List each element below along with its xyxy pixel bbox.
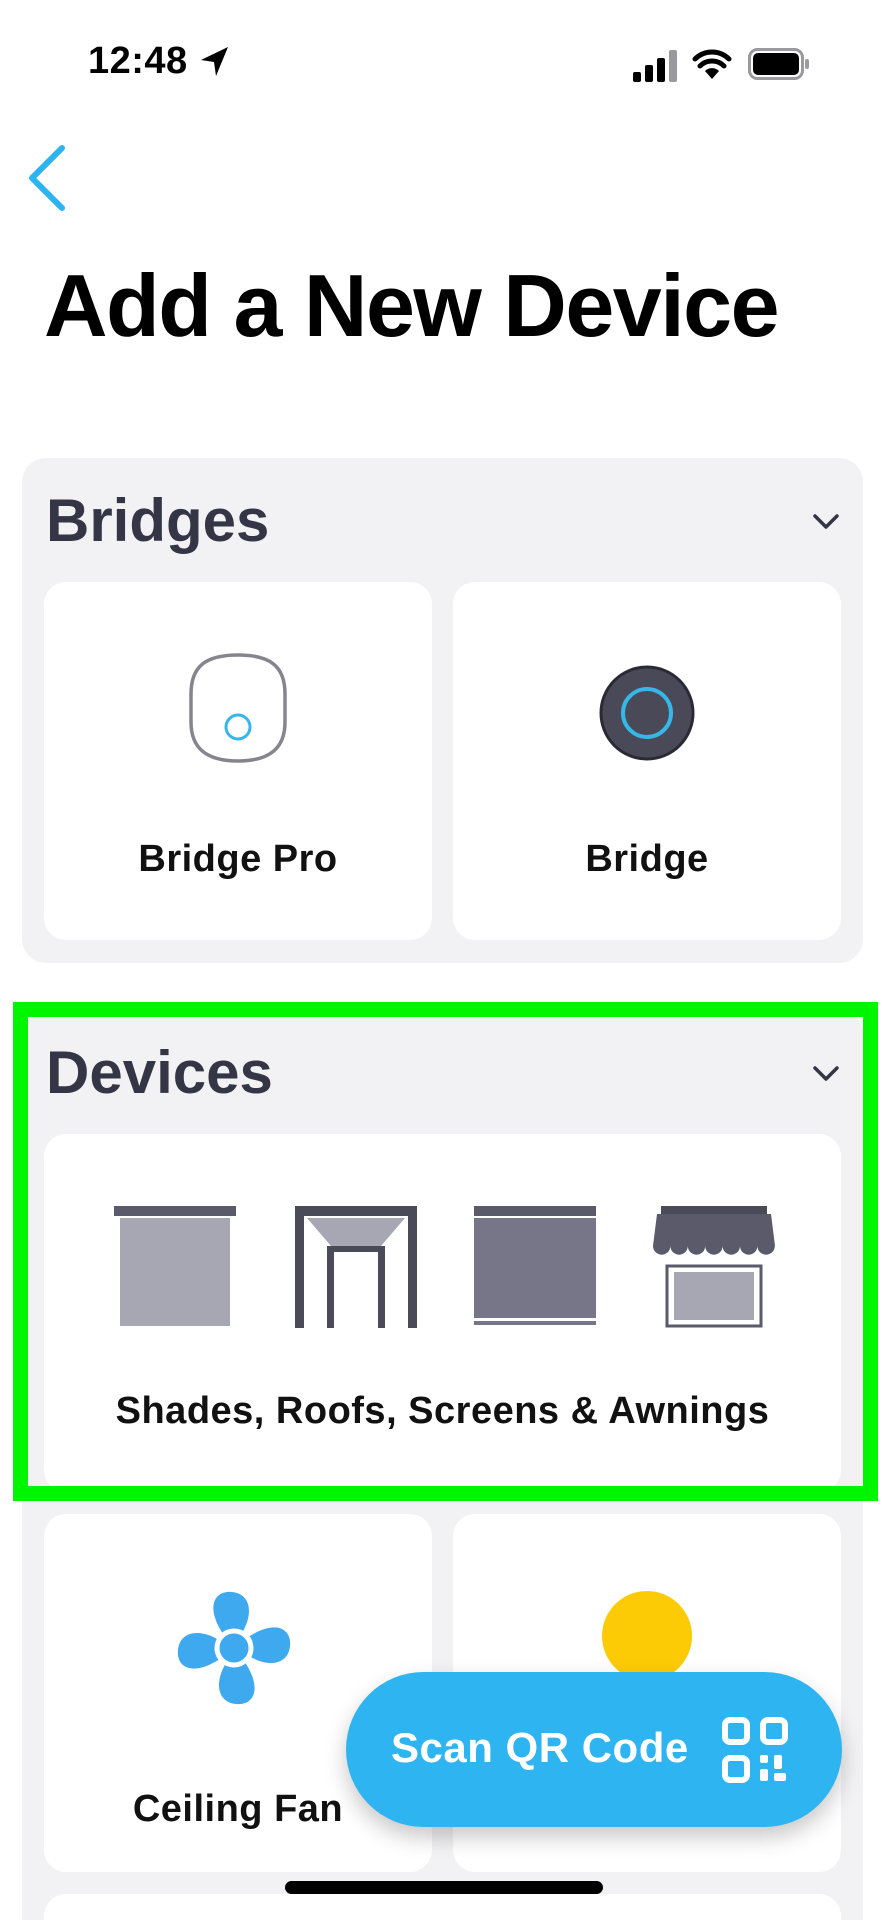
roller-shade-icon: [114, 1206, 236, 1326]
shades-roofs-screens-awnings-label: Shades, Roofs, Screens & Awnings: [115, 1390, 770, 1432]
scan-qr-code-label: Scan QR Code: [391, 1724, 689, 1771]
shades-roofs-screens-awnings-card[interactable]: Shades, Roofs, Screens & Awnings: [44, 1134, 841, 1492]
bridge-card[interactable]: Bridge: [453, 582, 841, 940]
scan-qr-code-button[interactable]: Scan QR Code: [346, 1672, 842, 1827]
wifi-icon: [692, 49, 732, 79]
qr-code-icon: [722, 1717, 788, 1783]
pergola-roof-icon: [295, 1206, 417, 1328]
section-title-devices: Devices: [46, 1039, 273, 1106]
cellular-signal-icon: [633, 50, 677, 82]
back-button[interactable]: [20, 140, 80, 220]
bridge-icon: [599, 665, 695, 761]
bridges-section: Bridges Bridge Pro Bridge: [22, 458, 863, 963]
location-arrow-icon: [201, 47, 228, 76]
bridge-pro-label: Bridge Pro: [138, 838, 338, 880]
ceiling-fan-icon: [177, 1591, 291, 1705]
status-bar: 12:48: [0, 0, 887, 130]
battery-icon: [748, 48, 809, 80]
awning-icon: [653, 1206, 775, 1328]
chevron-down-icon[interactable]: [811, 510, 841, 534]
bridge-label: Bridge: [585, 838, 709, 880]
status-time: 12:48: [88, 40, 188, 82]
home-indicator[interactable]: [285, 1881, 603, 1894]
screen-icon: [474, 1206, 596, 1325]
chevron-down-icon[interactable]: [811, 1062, 841, 1086]
next-device-card[interactable]: [44, 1894, 841, 1920]
section-title-bridges: Bridges: [46, 487, 270, 554]
page-title: Add a New Device: [44, 256, 780, 355]
bridge-pro-icon: [189, 653, 287, 763]
bridge-pro-card[interactable]: Bridge Pro: [44, 582, 432, 940]
